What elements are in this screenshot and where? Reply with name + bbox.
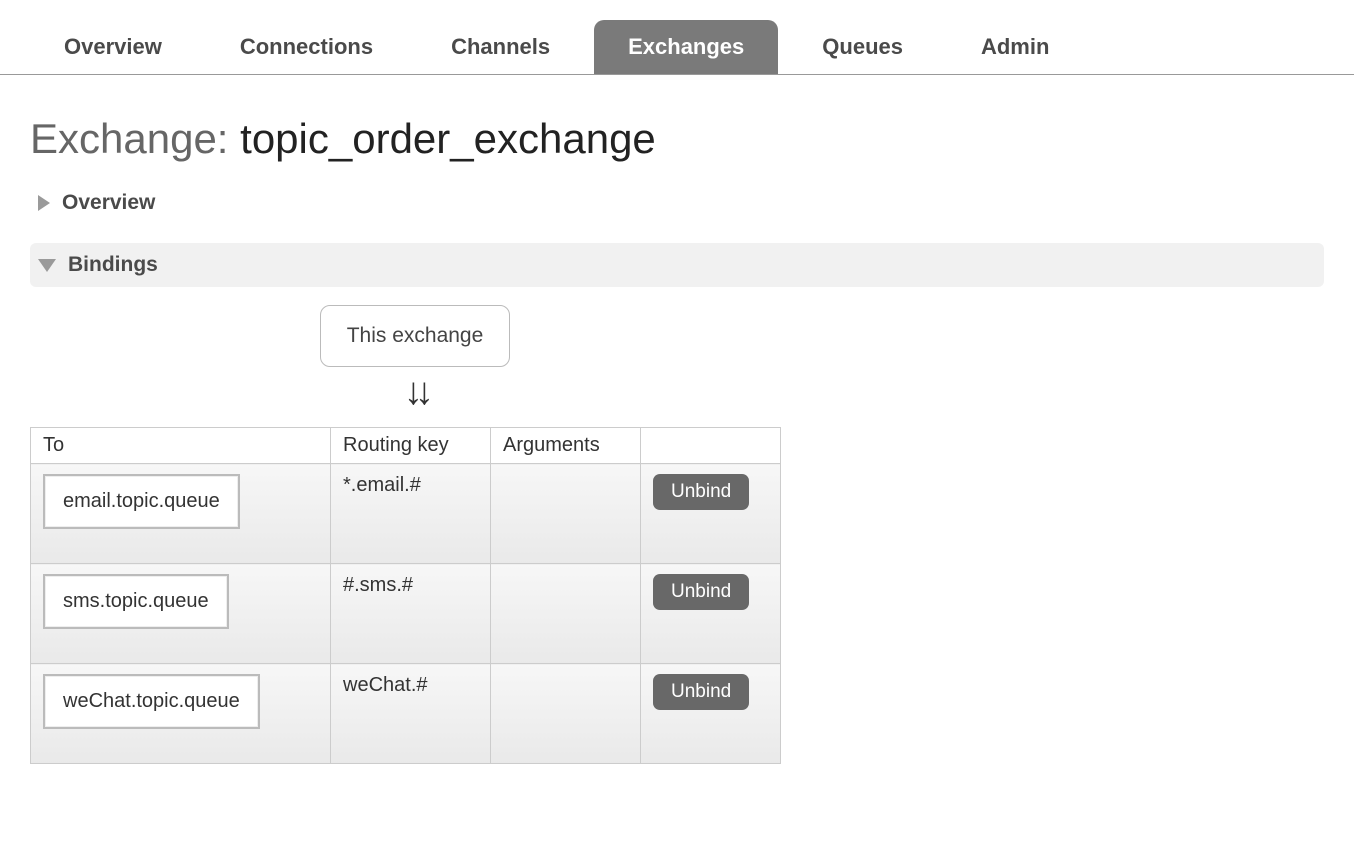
- section-bindings-header[interactable]: Bindings: [30, 243, 1324, 287]
- arguments-cell: [491, 664, 641, 764]
- tab-connections[interactable]: Connections: [206, 20, 407, 74]
- section-bindings: Bindings This exchange ↓↓ To Routing key…: [30, 243, 1324, 764]
- queue-link[interactable]: weChat.topic.queue: [43, 674, 260, 729]
- col-arguments: Arguments: [491, 428, 641, 464]
- page-root: Overview Connections Channels Exchanges …: [0, 0, 1354, 804]
- tab-exchanges[interactable]: Exchanges: [594, 20, 778, 74]
- tab-queues[interactable]: Queues: [788, 20, 937, 74]
- exchange-name: topic_order_exchange: [240, 115, 656, 162]
- page-title-prefix: Exchange:: [30, 115, 228, 162]
- section-overview: Overview: [30, 181, 1324, 225]
- col-actions: [641, 428, 781, 464]
- arguments-cell: [491, 564, 641, 664]
- routing-key-cell: weChat.#: [331, 664, 491, 764]
- queue-link[interactable]: email.topic.queue: [43, 474, 240, 529]
- content-area: Exchange: topic_order_exchange Overview …: [0, 75, 1354, 804]
- tab-channels[interactable]: Channels: [417, 20, 584, 74]
- bindings-diagram: This exchange ↓↓: [30, 305, 800, 411]
- table-row: weChat.topic.queue weChat.# Unbind: [31, 664, 781, 764]
- queue-link[interactable]: sms.topic.queue: [43, 574, 229, 629]
- chevron-down-icon: [38, 259, 56, 272]
- page-title: Exchange: topic_order_exchange: [30, 115, 1324, 163]
- bindings-table: To Routing key Arguments email.topic.que…: [30, 427, 781, 764]
- main-tabs: Overview Connections Channels Exchanges …: [0, 0, 1354, 75]
- routing-key-cell: #.sms.#: [331, 564, 491, 664]
- section-overview-header[interactable]: Overview: [30, 181, 1324, 225]
- unbind-button[interactable]: Unbind: [653, 574, 749, 610]
- chevron-right-icon: [38, 195, 50, 211]
- routing-key-cell: *.email.#: [331, 464, 491, 564]
- table-row: email.topic.queue *.email.# Unbind: [31, 464, 781, 564]
- tab-admin[interactable]: Admin: [947, 20, 1083, 74]
- unbind-button[interactable]: Unbind: [653, 474, 749, 510]
- section-overview-label: Overview: [62, 191, 155, 215]
- table-row: sms.topic.queue #.sms.# Unbind: [31, 564, 781, 664]
- section-bindings-label: Bindings: [68, 253, 158, 277]
- bindings-table-head: To Routing key Arguments: [31, 428, 781, 464]
- down-arrows-icon: ↓↓: [30, 373, 800, 411]
- col-to: To: [31, 428, 331, 464]
- bindings-body: This exchange ↓↓ To Routing key Argument…: [30, 287, 1324, 764]
- unbind-button[interactable]: Unbind: [653, 674, 749, 710]
- col-routing-key: Routing key: [331, 428, 491, 464]
- this-exchange-box: This exchange: [320, 305, 511, 367]
- tab-overview[interactable]: Overview: [30, 20, 196, 74]
- arguments-cell: [491, 464, 641, 564]
